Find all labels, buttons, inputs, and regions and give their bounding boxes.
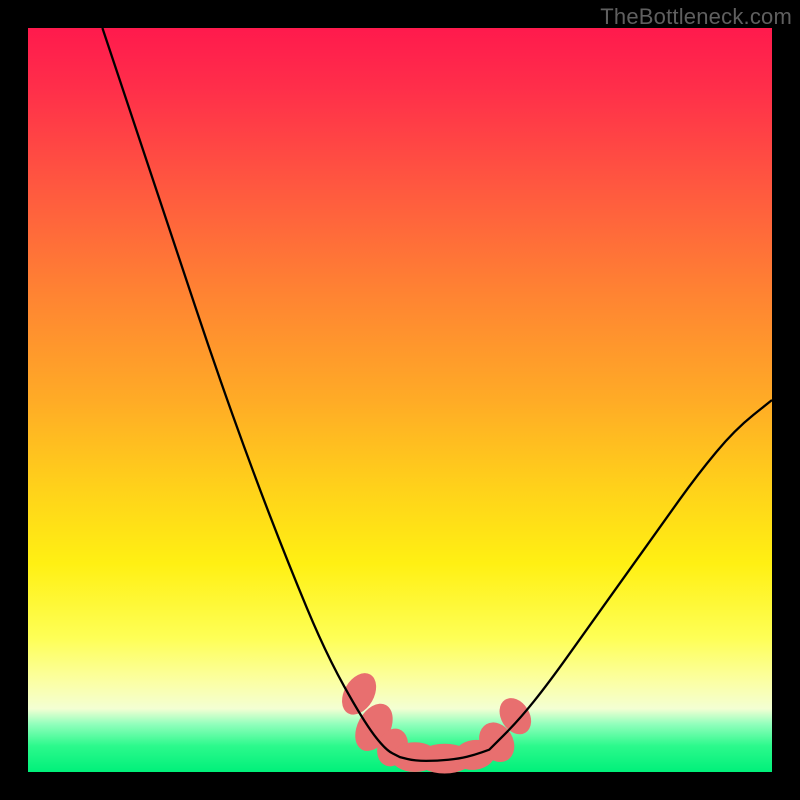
plot-area: [28, 28, 772, 772]
watermark-text: TheBottleneck.com: [600, 4, 792, 30]
chart-container: TheBottleneck.com: [0, 0, 800, 800]
bottleneck-curve: [102, 28, 772, 761]
bottleneck-curve-svg: [28, 28, 772, 772]
